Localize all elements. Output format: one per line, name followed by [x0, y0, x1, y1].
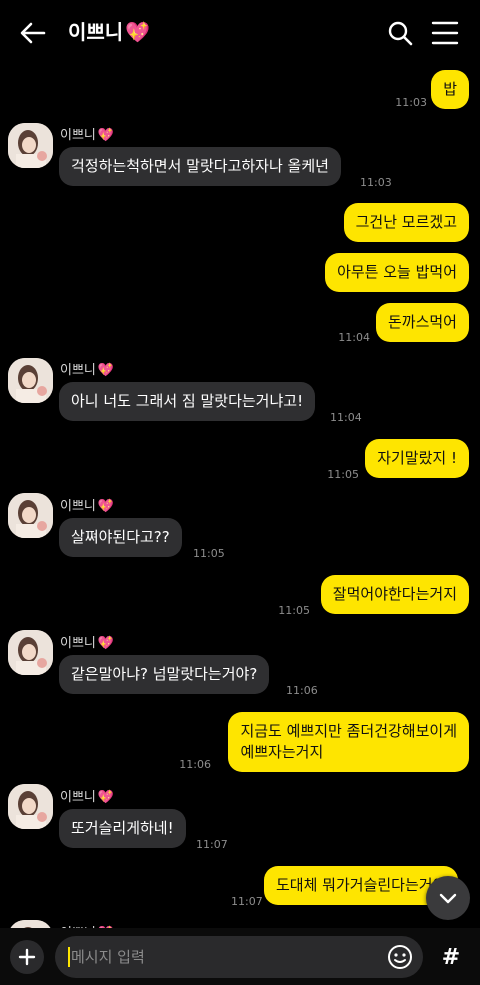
outgoing-message[interactable]: 그건난 모르겠고	[343, 203, 469, 242]
chat-title: 이쁘니 💖	[68, 19, 150, 45]
outgoing-message[interactable]: 지금도 예쁘지만 좀더건강해보이게 예쁘자는거지	[228, 712, 469, 772]
hamburger-menu-icon[interactable]	[431, 20, 459, 46]
message-time: 11:03	[360, 176, 392, 189]
search-icon[interactable]	[386, 19, 414, 47]
chevron-down-icon	[439, 893, 457, 904]
message-time: 11:05	[327, 468, 359, 481]
incoming-message[interactable]: 아니 너도 그래서 짐 말랏다는거냐고!	[59, 382, 316, 421]
plus-button[interactable]	[10, 940, 44, 974]
incoming-message[interactable]: 같은말아냐? 넘말랏다는거야?	[59, 655, 270, 694]
outgoing-message[interactable]: 잘먹어야한다는거지	[320, 575, 469, 614]
incoming-message[interactable]: 걱정하는척하면서 말랏다고하자나 올케년	[59, 147, 341, 186]
hashtag-button[interactable]: #	[436, 942, 466, 972]
avatar[interactable]	[8, 493, 53, 538]
message-time: 11:05	[193, 547, 225, 560]
avatar[interactable]	[8, 920, 53, 928]
outgoing-message[interactable]: 아무튼 오늘 밥먹어	[325, 253, 469, 292]
message-time: 11:06	[179, 758, 211, 771]
avatar[interactable]	[8, 358, 53, 403]
chat-title-text: 이쁘니	[68, 20, 124, 44]
sender-name: 이쁘니💖	[60, 790, 115, 805]
message-time: 11:03	[395, 96, 427, 109]
sender-name: 이쁘니💖	[60, 363, 115, 378]
outgoing-message[interactable]: 자기말랐지 !	[365, 439, 469, 478]
arrow-left-icon[interactable]	[18, 18, 48, 48]
message-list[interactable]: 밥 11:03 이쁘니 💖 걱정하는척하면서 말랏다고하자나 올케년 11:03 …	[0, 66, 480, 928]
message-time: 11:04	[338, 331, 370, 344]
scroll-to-bottom-button[interactable]	[426, 876, 470, 920]
emoji-smile-icon[interactable]	[387, 944, 413, 970]
heart-emoji: 💖	[125, 20, 151, 44]
input-bar: 메시지 입력 #	[0, 928, 480, 985]
message-time: 11:05	[278, 604, 310, 617]
message-input[interactable]: 메시지 입력	[55, 936, 423, 978]
incoming-message[interactable]: 또거슬리게하네!	[59, 809, 186, 848]
avatar[interactable]	[8, 784, 53, 829]
avatar[interactable]	[8, 630, 53, 675]
text-caret	[68, 947, 70, 967]
sender-name: 이쁘니💖	[60, 499, 115, 514]
plus-icon	[18, 948, 36, 966]
message-time: 11:07	[196, 838, 228, 851]
message-time: 11:04	[330, 411, 362, 424]
incoming-message[interactable]: 살쪄야된다고??	[59, 518, 182, 557]
sender-name: 이쁘니💖	[60, 636, 115, 651]
message-time: 11:06	[286, 684, 318, 697]
outgoing-message[interactable]: 밥	[431, 70, 469, 109]
sender-name: 이쁘니💖	[60, 128, 115, 143]
chat-header: 이쁘니 💖	[0, 0, 480, 66]
avatar[interactable]	[8, 123, 53, 168]
message-time: 11:07	[231, 895, 263, 908]
outgoing-message[interactable]: 돈까스먹어	[375, 303, 469, 342]
message-input-placeholder: 메시지 입력	[71, 948, 145, 966]
